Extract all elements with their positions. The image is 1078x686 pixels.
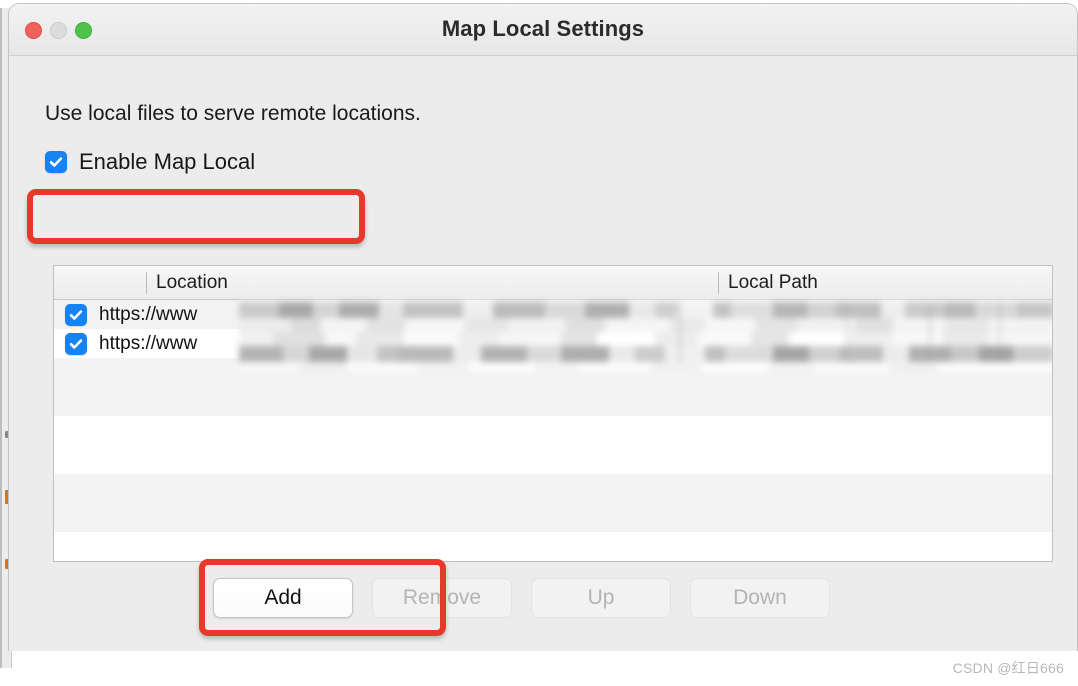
table-empty-row[interactable] — [54, 416, 1052, 445]
row-location-text: https://www — [99, 332, 198, 354]
watermark-text: CSDN @红日666 — [952, 660, 1064, 676]
table-row[interactable]: https://www — [54, 300, 1052, 329]
row-enable-checkbox[interactable] — [65, 332, 87, 355]
row-enable-checkbox[interactable] — [65, 303, 87, 326]
table-empty-row[interactable] — [54, 474, 1052, 503]
table-empty-row[interactable] — [54, 532, 1052, 561]
table-body: https://www https://www a… — [54, 300, 1052, 562]
map-local-table[interactable]: Location Local Path https://www https://… — [53, 265, 1053, 562]
dialog-content: Use local files to serve remote location… — [9, 56, 1077, 651]
description-text: Use local files to serve remote location… — [45, 102, 421, 125]
table-header: Location Local Path — [54, 266, 1052, 300]
table-empty-row[interactable] — [54, 387, 1052, 416]
up-button: Up — [531, 578, 671, 618]
table-empty-row[interactable] — [54, 358, 1052, 387]
enable-map-local-checkbox[interactable] — [45, 151, 67, 173]
down-button: Down — [690, 578, 830, 618]
row-local-path-truncated: a… — [1012, 333, 1042, 354]
enable-map-local-row[interactable]: Enable Map Local — [45, 149, 255, 175]
list-action-buttons: Add Remove Up Down — [9, 578, 1077, 618]
table-empty-row[interactable] — [54, 561, 1052, 562]
window-titlebar: Map Local Settings — [9, 4, 1077, 56]
enable-map-local-label: Enable Map Local — [79, 149, 256, 174]
add-button[interactable]: Add — [213, 578, 353, 618]
table-empty-row[interactable] — [54, 445, 1052, 474]
window-title: Map Local Settings — [441, 16, 645, 41]
column-divider-1[interactable] — [146, 272, 147, 294]
map-local-settings-window: Map Local Settings Use local files to se… — [8, 3, 1078, 651]
enable-map-local-highlight — [27, 189, 365, 244]
column-header-location[interactable]: Location — [148, 266, 228, 299]
remove-button: Remove — [372, 578, 512, 618]
table-empty-row[interactable] — [54, 503, 1052, 532]
column-divider-2[interactable] — [718, 272, 719, 294]
column-header-local-path[interactable]: Local Path — [720, 266, 818, 299]
row-location-text: https://www — [99, 303, 198, 325]
table-row[interactable]: https://www a… — [54, 329, 1052, 358]
